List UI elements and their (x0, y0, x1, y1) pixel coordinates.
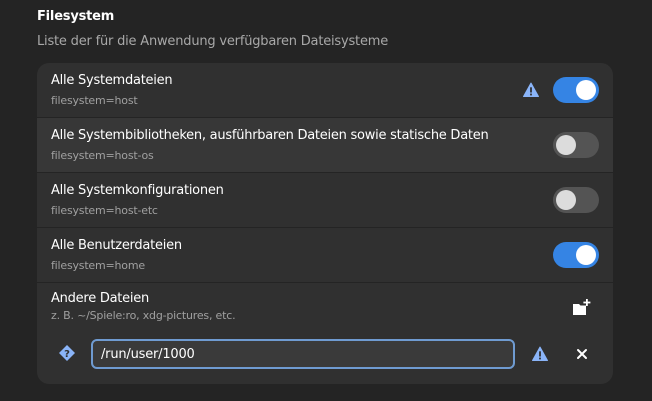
remove-path-button[interactable] (572, 344, 592, 364)
toggle-knob (576, 245, 596, 265)
warning-icon (532, 346, 548, 361)
row-host-etc: Alle Systemkonfigurationen filesystem=ho… (37, 173, 613, 228)
row-home: Alle Benutzerdateien filesystem=home (37, 228, 613, 283)
toggle-home[interactable] (553, 242, 599, 268)
add-folder-button[interactable] (569, 296, 593, 320)
path-input[interactable] (91, 339, 515, 369)
row-title: Alle Benutzerdateien (51, 238, 182, 253)
other-files-subtitle: z. B. ~/Spiele:ro, xdg-pictures, etc. (51, 309, 236, 322)
section-title: Filesystem (37, 9, 115, 24)
row-subtitle: filesystem=host-os (51, 149, 154, 162)
svg-text:?: ? (64, 349, 70, 360)
row-title: Alle Systemdateien (51, 73, 173, 88)
toggle-host-etc[interactable] (553, 187, 599, 213)
row-title: Alle Systemkonfigurationen (51, 183, 224, 198)
toggle-knob (576, 80, 596, 100)
row-subtitle: filesystem=host-etc (51, 204, 158, 217)
row-host: Alle Systemdateien filesystem=host (37, 63, 613, 118)
row-host-os: Alle Systembibliotheken, ausführbaren Da… (37, 118, 613, 173)
row-title: Alle Systembibliotheken, ausführbaren Da… (51, 128, 489, 143)
warning-icon (523, 82, 539, 97)
filesystem-list: Alle Systemdateien filesystem=host Alle … (37, 63, 613, 384)
toggle-knob (556, 135, 576, 155)
row-subtitle: filesystem=host (51, 94, 138, 107)
toggle-knob (556, 190, 576, 210)
toggle-host-os[interactable] (553, 132, 599, 158)
toggle-host[interactable] (553, 77, 599, 103)
row-subtitle: filesystem=home (51, 259, 145, 272)
help-icon: ? (59, 345, 75, 361)
other-files-title: Andere Dateien (51, 291, 149, 306)
section-subtitle: Liste der für die Anwendung verfügbaren … (37, 34, 389, 49)
